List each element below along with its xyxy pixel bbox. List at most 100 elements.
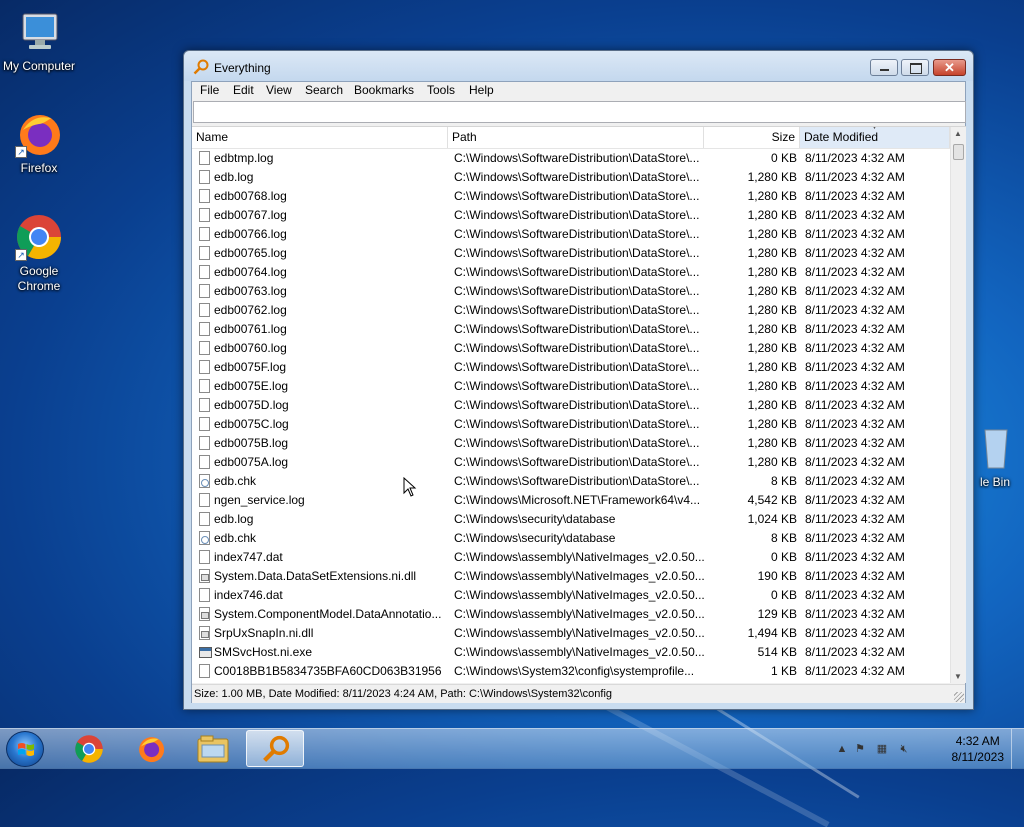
taskbar-file-explorer-button[interactable] (184, 730, 242, 767)
table-row[interactable]: edb.chk C:\Windows\security\database 8 KB 8… (192, 529, 950, 548)
taskbar-chrome-button[interactable] (60, 730, 118, 767)
table-row[interactable]: SMSvcHost.ni.exe C:\Windows\assembly\Nati… (192, 643, 950, 662)
cell-path: C:\Windows\SoftwareDistribution\DataStor… (454, 398, 700, 412)
resize-grip-icon[interactable] (954, 692, 964, 702)
table-row[interactable]: edb0075A.log C:\Windows\SoftwareDistribut… (192, 453, 950, 472)
cell-size: 190 KB (757, 569, 797, 583)
table-row[interactable]: edb0075C.log C:\Windows\SoftwareDistribut… (192, 415, 950, 434)
table-row[interactable]: edbtmp.log C:\Windows\SoftwareDistributio… (192, 149, 950, 168)
cell-name: edb00768.log (214, 189, 287, 203)
desktop-icon-google-chrome[interactable]: ↗ Google Chrome (0, 213, 78, 294)
table-row[interactable]: edb00766.log C:\Windows\SoftwareDistribut… (192, 225, 950, 244)
shortcut-arrow-icon: ↗ (15, 249, 27, 261)
column-header-size[interactable]: Size (704, 127, 800, 148)
chrome-icon: ↗ (15, 213, 63, 261)
table-row[interactable]: edb00762.log C:\Windows\SoftwareDistribut… (192, 301, 950, 320)
file-icon (199, 512, 210, 526)
table-row[interactable]: edb0075F.log C:\Windows\SoftwareDistribut… (192, 358, 950, 377)
clock[interactable]: 4:32 AM 8/11/2023 (952, 733, 1005, 765)
scroll-down-icon[interactable]: ▼ (954, 672, 962, 681)
table-row[interactable]: index747.dat C:\Windows\assembly\NativeIm… (192, 548, 950, 567)
table-row[interactable]: edb00764.log C:\Windows\SoftwareDistribut… (192, 263, 950, 282)
scroll-up-icon[interactable]: ▲ (954, 129, 962, 138)
cell-date-modified: 8/11/2023 4:32 AM (805, 569, 905, 583)
cell-size: 514 KB (757, 645, 797, 659)
table-row[interactable]: edb.log C:\Windows\security\database 1,024… (192, 510, 950, 529)
close-button[interactable]: ✕ (933, 59, 966, 76)
title-bar[interactable]: Everything ✕ (184, 51, 973, 81)
search-input[interactable] (193, 101, 966, 123)
cell-name: edb00766.log (214, 227, 287, 241)
everything-search-icon (193, 59, 209, 75)
desktop-icon-firefox[interactable]: ↗ Firefox (0, 110, 78, 176)
minimize-button[interactable] (870, 59, 898, 76)
menu-view[interactable]: View (260, 82, 298, 99)
table-row[interactable]: edb0075D.log C:\Windows\SoftwareDistribut… (192, 396, 950, 415)
menu-bookmarks[interactable]: Bookmarks (348, 82, 420, 99)
taskbar-everything-button[interactable] (246, 730, 304, 767)
table-row[interactable]: edb00760.log C:\Windows\SoftwareDistribut… (192, 339, 950, 358)
dll-file-icon (199, 569, 210, 583)
menu-search[interactable]: Search (299, 82, 349, 99)
cell-name: System.Data.DataSetExtensions.ni.dll (214, 569, 417, 583)
results-list[interactable]: Name Path Size Date Modified ▼ edbtmp.lo… (192, 126, 966, 683)
cell-date-modified: 8/11/2023 4:32 AM (805, 474, 905, 488)
start-button[interactable] (6, 731, 44, 767)
cell-path: C:\Windows\Microsoft.NET\Framework64\v4.… (454, 493, 701, 507)
file-icon (199, 303, 210, 317)
cell-path: C:\Windows\SoftwareDistribution\DataStor… (454, 436, 700, 450)
network-icon[interactable]: ▦ (874, 741, 890, 757)
table-row[interactable]: edb00767.log C:\Windows\SoftwareDistribut… (192, 206, 950, 225)
clock-time: 4:32 AM (955, 734, 1000, 748)
mouse-cursor-icon (403, 477, 417, 497)
table-row[interactable]: edb00763.log C:\Windows\SoftwareDistribut… (192, 282, 950, 301)
column-header-path[interactable]: Path (448, 127, 704, 148)
table-row[interactable]: edb00768.log C:\Windows\SoftwareDistribut… (192, 187, 950, 206)
chk-file-icon (199, 531, 210, 545)
menu-edit[interactable]: Edit (227, 82, 260, 99)
menu-tools[interactable]: Tools (421, 82, 461, 99)
cell-name: SrpUxSnapIn.ni.dll (214, 626, 314, 640)
desktop-icon-label: My Computer (2, 59, 76, 73)
table-row[interactable]: ngen_service.log C:\Windows\Microsoft.NET… (192, 491, 950, 510)
cell-size: 0 KB (770, 151, 797, 165)
cell-size: 8 KB (770, 531, 797, 545)
table-row[interactable]: edb0075B.log C:\Windows\SoftwareDistribut… (192, 434, 950, 453)
taskbar: ▲ ⚑ ▦ 🔇︎ 4:32 AM 8/11/2023 (0, 728, 1024, 769)
menu-file[interactable]: File (194, 82, 225, 99)
table-row[interactable]: edb.log C:\Windows\SoftwareDistribution\D… (192, 168, 950, 187)
file-icon (199, 588, 210, 602)
cell-name: C0018BB1B5834735BFA60CD063B31956 (214, 664, 442, 678)
file-icon (199, 379, 210, 393)
table-row[interactable]: edb00765.log C:\Windows\SoftwareDistribut… (192, 244, 950, 263)
cell-size: 1,280 KB (747, 208, 797, 222)
cell-size: 1,280 KB (747, 398, 797, 412)
column-header-name[interactable]: Name (192, 127, 448, 148)
table-row[interactable]: index746.dat C:\Windows\assembly\NativeIm… (192, 586, 950, 605)
cell-name: edb.log (214, 170, 254, 184)
window-title: Everything (214, 61, 271, 75)
file-icon (199, 189, 210, 203)
file-icon (199, 284, 210, 298)
table-row[interactable]: System.Data.DataSetExtensions.ni.dll C:\W… (192, 567, 950, 586)
cell-name: edb0075A.log (214, 455, 289, 469)
show-hidden-icons-chevron-icon[interactable]: ▲ (834, 741, 850, 757)
maximize-button[interactable] (901, 59, 929, 76)
desktop-icon-label: Firefox (20, 161, 58, 175)
volume-muted-icon[interactable]: 🔇︎ (896, 741, 912, 757)
vertical-scrollbar[interactable]: ▲ ▼ (950, 127, 966, 683)
table-row[interactable]: edb00761.log C:\Windows\SoftwareDistribut… (192, 320, 950, 339)
table-row[interactable]: edb.chk C:\Windows\SoftwareDistribution\D… (192, 472, 950, 491)
menu-help[interactable]: Help (463, 82, 500, 99)
cell-size: 1,280 KB (747, 227, 797, 241)
table-row[interactable]: C0018BB1B5834735BFA60CD063B31956 C:\Windo… (192, 662, 950, 681)
cell-name: edb00765.log (214, 246, 287, 260)
action-center-flag-icon[interactable]: ⚑ (852, 741, 868, 757)
table-row[interactable]: System.ComponentModel.DataAnnotatio... C:… (192, 605, 950, 624)
table-row[interactable]: SrpUxSnapIn.ni.dll C:\Windows\assembly\Na… (192, 624, 950, 643)
show-desktop-button[interactable] (1011, 729, 1024, 769)
scrollbar-thumb[interactable] (953, 144, 964, 160)
taskbar-firefox-button[interactable] (122, 730, 180, 767)
desktop-icon-my-computer[interactable]: My Computer (0, 8, 78, 74)
table-row[interactable]: edb0075E.log C:\Windows\SoftwareDistribut… (192, 377, 950, 396)
